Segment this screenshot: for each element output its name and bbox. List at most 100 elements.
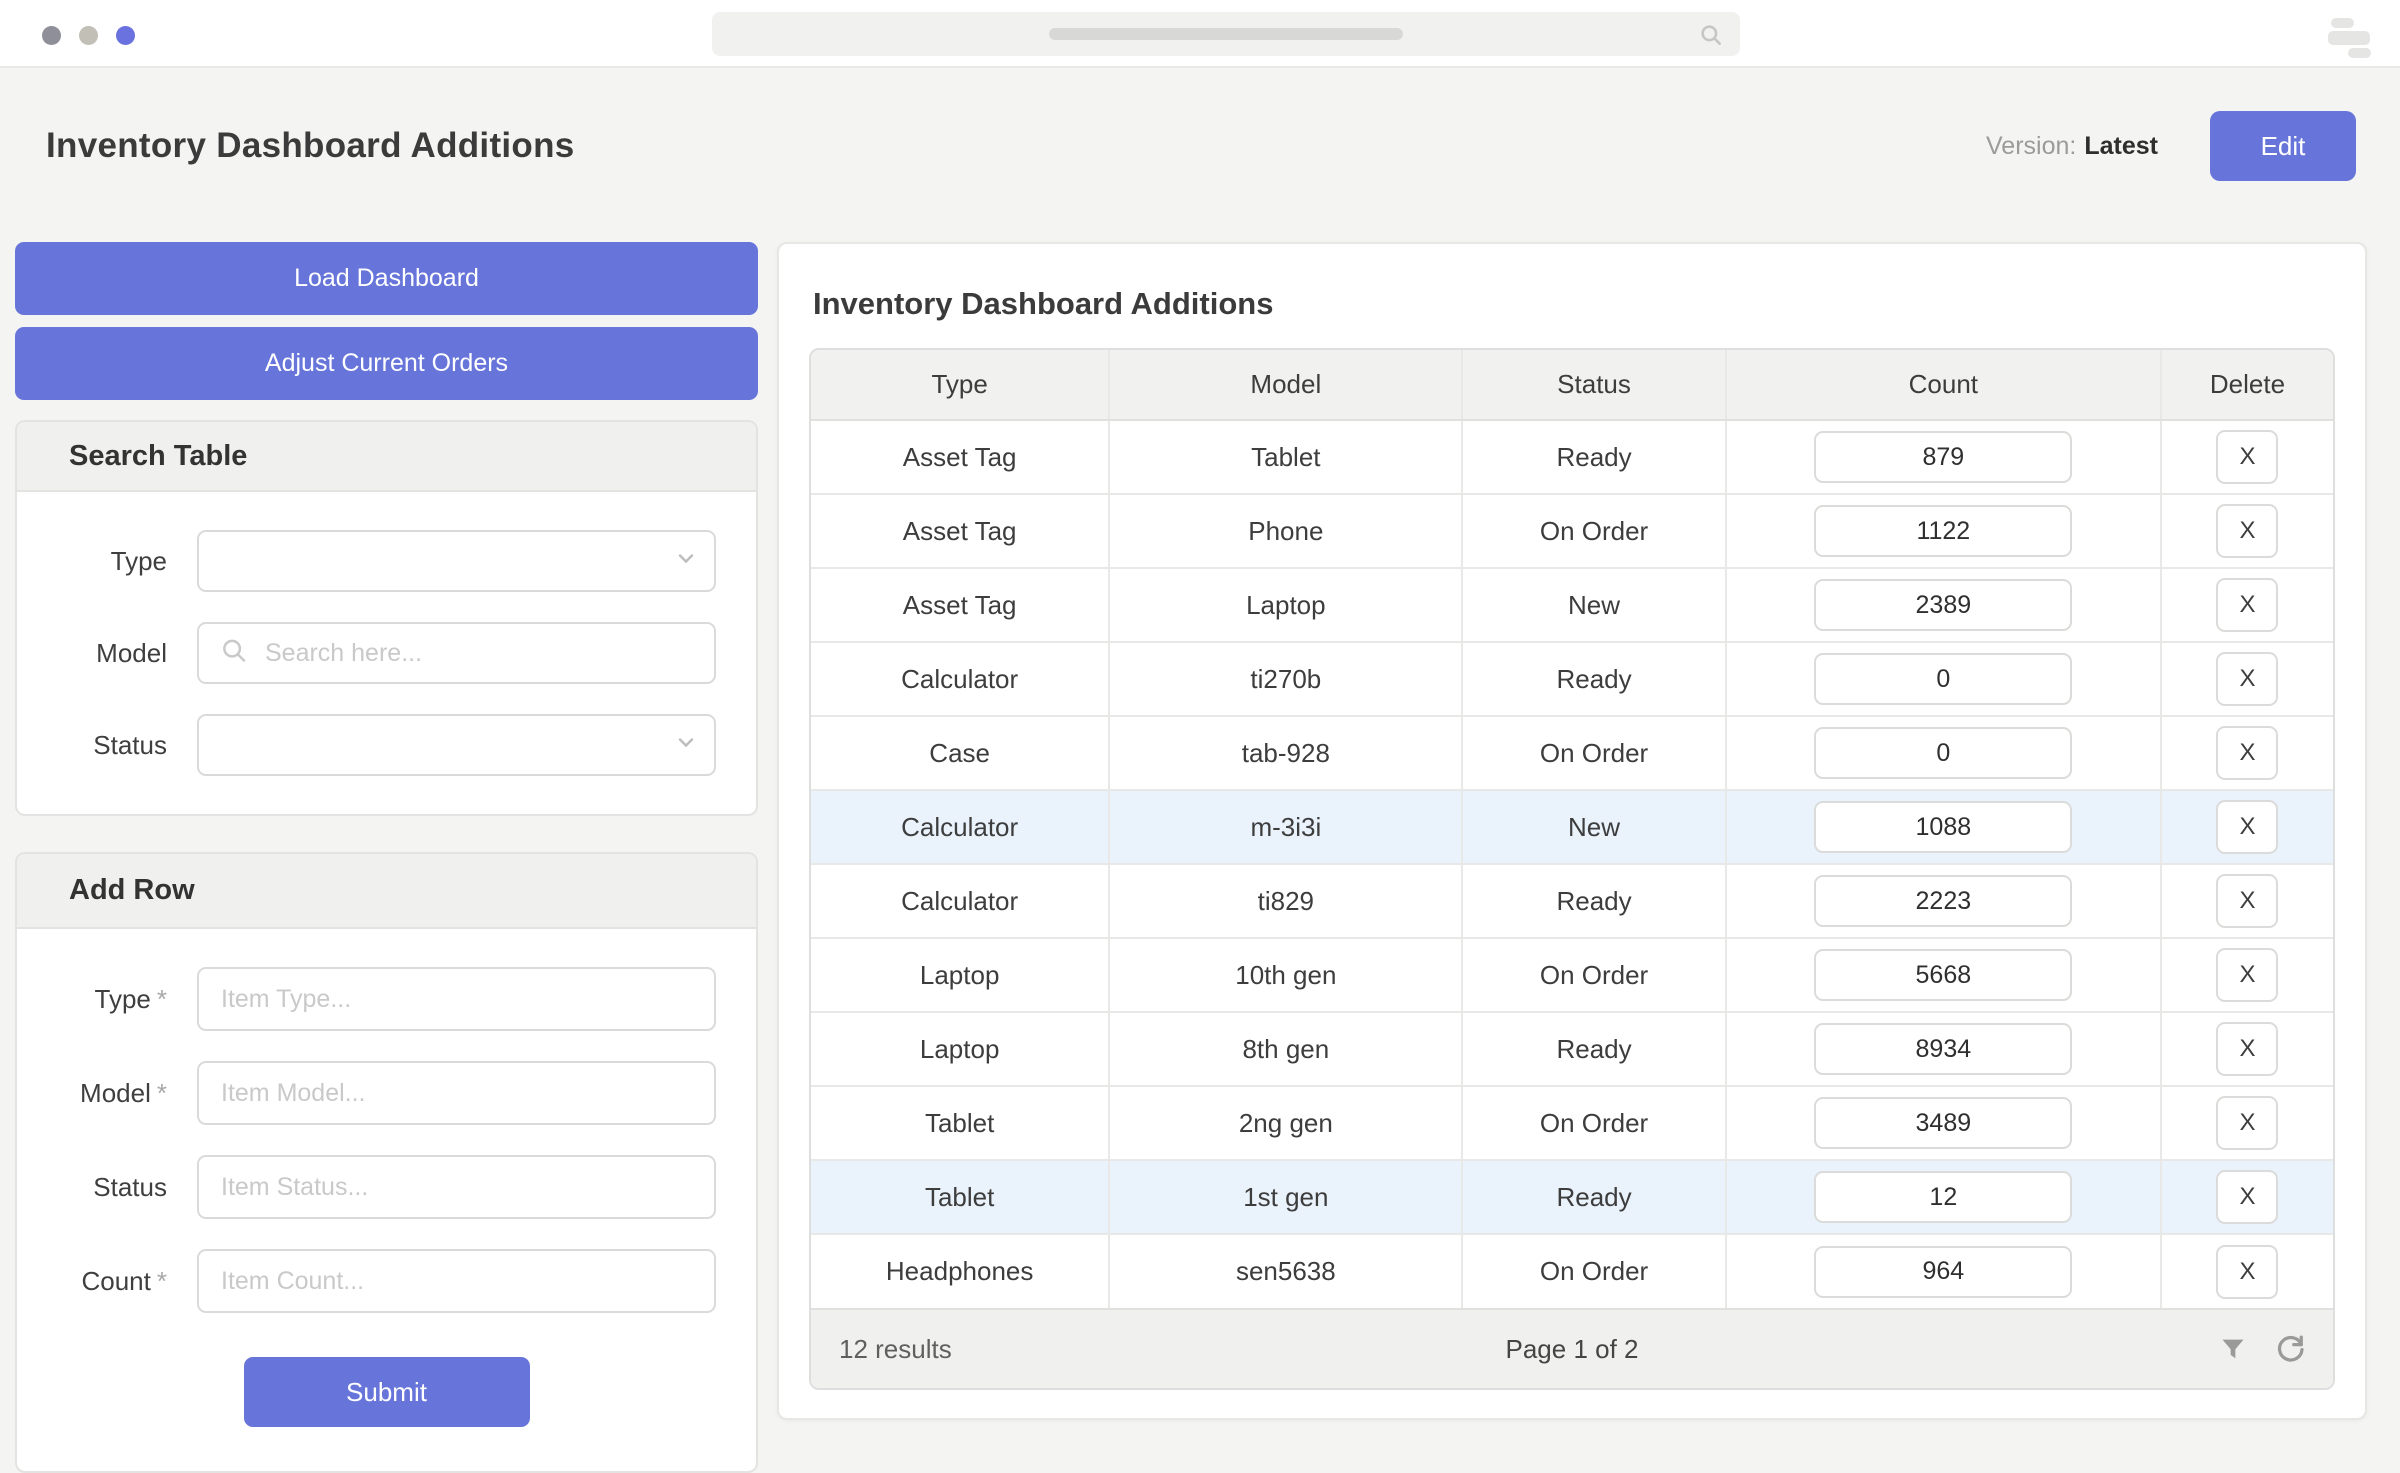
cell-type: Case xyxy=(811,715,1111,790)
results-count: 12 results xyxy=(839,1333,952,1364)
count-input[interactable] xyxy=(1814,727,2073,779)
cell-model: sen5638 xyxy=(1109,1233,1464,1308)
cell-model: 1st gen xyxy=(1109,1159,1464,1234)
version-info: Version: Latest xyxy=(1986,132,2158,161)
add-type-label: Type * xyxy=(94,983,168,1014)
page-indicator: Page 1 of 2 xyxy=(1505,1333,1639,1364)
cell-count xyxy=(1725,420,2162,494)
cell-model: ti270b xyxy=(1109,641,1464,716)
table-row: Tablet2ng genOn Order X xyxy=(811,1085,2333,1160)
add-type-input[interactable] xyxy=(199,969,714,1029)
add-status-label: Status xyxy=(93,1171,167,1202)
count-input[interactable] xyxy=(1814,801,2073,853)
count-input[interactable] xyxy=(1814,1171,2073,1223)
cell-type: Calculator xyxy=(811,641,1111,716)
add-model-control xyxy=(197,1061,716,1125)
cell-type: Calculator xyxy=(811,789,1111,864)
add-row-panel: Add Row Type* Model* Status xyxy=(15,852,758,1473)
delete-button[interactable]: X xyxy=(2216,1096,2279,1150)
column-header-model: Model xyxy=(1109,350,1464,421)
cell-model: 8th gen xyxy=(1109,1011,1464,1086)
search-model-control xyxy=(197,622,716,684)
delete-button[interactable]: X xyxy=(2216,1244,2279,1299)
search-model-field: Model xyxy=(57,622,716,684)
table-body: Asset TagTabletReadyXAsset TagPhoneOn Or… xyxy=(811,420,2333,1308)
window-dot-icon[interactable] xyxy=(42,26,61,45)
delete-button[interactable]: X xyxy=(2216,1022,2279,1076)
count-input[interactable] xyxy=(1814,1023,2073,1075)
column-header-type: Type xyxy=(811,350,1111,421)
submit-button[interactable]: Submit xyxy=(243,1357,530,1427)
cell-type: Headphones xyxy=(811,1233,1111,1308)
table-row: Asset TagPhoneOn Order X xyxy=(811,493,2333,568)
delete-button[interactable]: X xyxy=(2216,504,2279,558)
search-type-field: Type xyxy=(57,530,716,592)
cell-count xyxy=(1725,641,2162,716)
edit-button[interactable]: Edit xyxy=(2210,111,2356,181)
cell-delete: X xyxy=(2160,493,2333,568)
cell-type: Asset Tag xyxy=(811,493,1111,568)
add-count-input[interactable] xyxy=(199,1251,714,1311)
delete-button[interactable]: X xyxy=(2216,726,2279,780)
table-row: Headphonessen5638On Order X xyxy=(811,1233,2333,1308)
delete-button[interactable]: X xyxy=(2216,948,2279,1002)
menu-bar xyxy=(2348,48,2371,58)
page-title: Inventory Dashboard Additions xyxy=(46,126,575,165)
count-input[interactable] xyxy=(1814,949,2073,1001)
add-status-input[interactable] xyxy=(199,1157,714,1217)
cell-model: tab-928 xyxy=(1109,715,1464,790)
window-dot-icon[interactable] xyxy=(79,26,98,45)
refresh-icon[interactable] xyxy=(2275,1334,2305,1364)
cell-status: New xyxy=(1462,789,1727,864)
add-model-input[interactable] xyxy=(199,1063,714,1123)
count-input[interactable] xyxy=(1814,431,2073,483)
cell-model: ti829 xyxy=(1109,863,1464,938)
cell-delete: X xyxy=(2160,641,2333,716)
cell-delete: X xyxy=(2160,567,2333,642)
cell-count xyxy=(1725,789,2162,864)
search-icon xyxy=(219,636,249,671)
cell-type: Calculator xyxy=(811,863,1111,938)
count-input[interactable] xyxy=(1814,1245,2073,1298)
browser-search-bar[interactable] xyxy=(712,12,1740,56)
cell-model: 2ng gen xyxy=(1109,1085,1464,1160)
search-type-select[interactable] xyxy=(197,530,716,592)
cell-type: Asset Tag xyxy=(811,567,1111,642)
cell-delete: X xyxy=(2160,420,2333,494)
search-icon xyxy=(1698,22,1724,53)
delete-button[interactable]: X xyxy=(2216,800,2279,854)
delete-button[interactable]: X xyxy=(2216,1170,2279,1224)
delete-button[interactable]: X xyxy=(2216,578,2279,632)
add-row-title: Add Row xyxy=(17,854,756,929)
cell-count xyxy=(1725,937,2162,1012)
search-model-input[interactable] xyxy=(199,624,714,682)
count-input[interactable] xyxy=(1814,875,2073,927)
adjust-current-orders-button[interactable]: Adjust Current Orders xyxy=(15,327,758,400)
search-status-field: Status xyxy=(57,714,716,776)
count-input[interactable] xyxy=(1814,653,2073,705)
filter-icon[interactable] xyxy=(2219,1335,2247,1363)
cell-count xyxy=(1725,1159,2162,1234)
delete-button[interactable]: X xyxy=(2216,874,2279,928)
cell-delete: X xyxy=(2160,1085,2333,1160)
cell-model: Laptop xyxy=(1109,567,1464,642)
page-header: Inventory Dashboard Additions Version: La… xyxy=(46,100,2356,192)
cell-status: On Order xyxy=(1462,1085,1727,1160)
delete-button[interactable]: X xyxy=(2216,430,2279,484)
menu-icon[interactable] xyxy=(2328,18,2372,58)
window-dot-icon[interactable] xyxy=(116,26,135,45)
table-row: Calculatorti270bReady X xyxy=(811,641,2333,716)
search-table-title: Search Table xyxy=(17,422,756,492)
cell-model: m-3i3i xyxy=(1109,789,1464,864)
delete-button[interactable]: X xyxy=(2216,652,2279,706)
load-dashboard-button[interactable]: Load Dashboard xyxy=(15,242,758,315)
search-type-label: Type xyxy=(110,545,167,576)
cell-status: Ready xyxy=(1462,641,1727,716)
cell-status: Ready xyxy=(1462,1011,1727,1086)
count-input[interactable] xyxy=(1814,579,2073,631)
search-status-select[interactable] xyxy=(197,714,716,776)
count-input[interactable] xyxy=(1814,1097,2073,1149)
cell-status: Ready xyxy=(1462,1159,1727,1234)
count-input[interactable] xyxy=(1814,505,2073,557)
table-row: Casetab-928On Order X xyxy=(811,715,2333,790)
